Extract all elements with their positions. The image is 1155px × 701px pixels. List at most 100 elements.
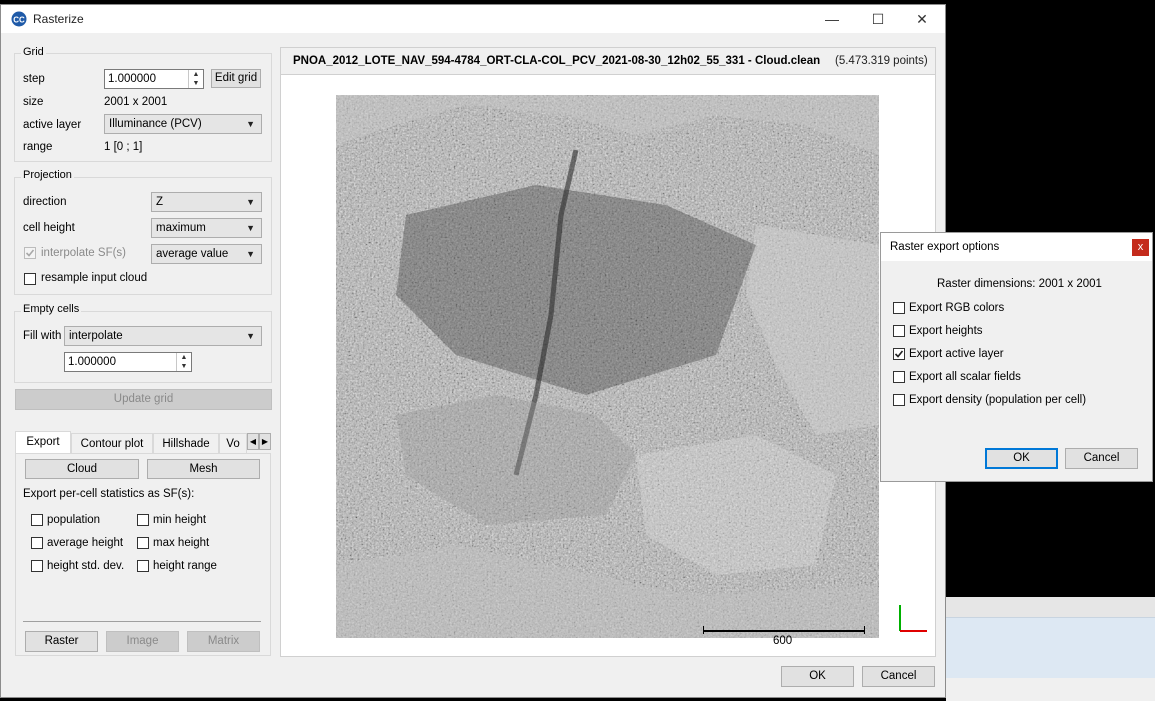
active-layer-value: Illuminance (PCV) [109, 118, 202, 130]
scale-bar-tick-right [864, 626, 865, 634]
active-layer-label: active layer [23, 119, 82, 131]
step-value: 1.000000 [108, 73, 156, 85]
export-ok-button[interactable]: OK [985, 448, 1058, 469]
svg-text:CC: CC [13, 16, 25, 25]
range-label: range [23, 141, 53, 153]
export-all-sf-checkbox[interactable] [893, 371, 905, 383]
size-label: size [23, 96, 44, 108]
minimize-button[interactable]: — [809, 5, 855, 33]
export-rgb-label: Export RGB colors [909, 302, 1005, 314]
raster-dimensions-label: Raster dimensions: 2001 x 2001 [937, 278, 1102, 290]
cancel-button[interactable]: Cancel [862, 666, 935, 687]
tab-scroll-right-icon[interactable]: ▶ [259, 433, 271, 450]
raster-export-dialog: Raster export options x Raster dimension… [880, 232, 1153, 482]
step-label: step [23, 73, 45, 85]
tab-scroll-left-icon[interactable]: ◀ [247, 433, 259, 450]
fill-number-value: 1.000000 [68, 356, 116, 368]
direction-label: direction [23, 196, 67, 208]
grid-group-label: Grid [21, 46, 46, 58]
cell-height-combo[interactable]: maximum ▼ [151, 218, 262, 238]
update-grid-button[interactable]: Update grid [15, 389, 272, 410]
checkmark-icon [25, 249, 35, 257]
interpolate-mode-combo[interactable]: average value ▼ [151, 244, 262, 264]
cloudcompare-icon: CC [11, 11, 27, 27]
export-all-sf-label: Export all scalar fields [909, 371, 1021, 383]
interpolate-sf-label: interpolate SF(s) [41, 247, 127, 259]
resample-checkbox[interactable] [24, 273, 36, 285]
export-tab-page [15, 453, 271, 656]
edit-grid-button[interactable]: Edit grid [211, 69, 261, 88]
export-dialog-titlebar[interactable]: Raster export options x [881, 233, 1152, 261]
active-layer-combo[interactable]: Illuminance (PCV) ▼ [104, 114, 262, 134]
export-mesh-button[interactable]: Mesh [147, 459, 260, 479]
raster-view[interactable]: PNOA_2012_LOTE_NAV_594-4784_ORT-CLA-COL_… [280, 47, 936, 657]
height-range-checkbox[interactable] [137, 560, 149, 572]
export-dialog-close-button[interactable]: x [1132, 239, 1149, 256]
export-density-label: Export density (population per cell) [909, 394, 1087, 406]
interpolate-sf-checkbox[interactable] [24, 247, 36, 259]
fill-value-spinbox[interactable]: 1.000000 ▲ ▼ [64, 352, 192, 372]
height-std-dev-checkbox[interactable] [31, 560, 43, 572]
export-cancel-button[interactable]: Cancel [1065, 448, 1138, 469]
tab-volume[interactable]: Vo [219, 433, 247, 454]
fill-with-combo[interactable]: interpolate ▼ [64, 326, 262, 346]
tab-export[interactable]: Export [15, 431, 71, 454]
export-heights-label: Export heights [909, 325, 983, 337]
cloud-name: PNOA_2012_LOTE_NAV_594-4784_ORT-CLA-COL_… [293, 55, 821, 67]
empty-cells-group [14, 311, 272, 383]
cell-height-value: maximum [156, 222, 206, 234]
title-bar[interactable]: CC Rasterize — ☐ ✕ [1, 5, 945, 33]
interpolate-mode-value: average value [156, 248, 229, 260]
background-panel-header [946, 597, 1155, 618]
raster-preview-image [336, 95, 879, 638]
scale-bar-label: 600 [773, 635, 793, 647]
tab-contour-plot[interactable]: Contour plot [71, 433, 153, 454]
spin-arrows-icon[interactable]: ▲ ▼ [176, 353, 191, 371]
background-panel-selection [946, 617, 1155, 678]
population-checkbox[interactable] [31, 514, 43, 526]
point-count: (5.473.319 points) [835, 55, 928, 67]
export-image-button[interactable]: Image [106, 631, 179, 652]
export-raster-button[interactable]: Raster [25, 631, 98, 652]
export-matrix-button[interactable]: Matrix [187, 631, 260, 652]
tab-hillshade[interactable]: Hillshade [153, 433, 219, 454]
min-height-checkbox[interactable] [137, 514, 149, 526]
average-height-checkbox[interactable] [31, 537, 43, 549]
spin-arrows-icon[interactable]: ▲ ▼ [188, 70, 203, 88]
height-std-dev-label: height std. dev. [47, 560, 125, 572]
population-label: population [47, 514, 101, 526]
separator [23, 621, 261, 622]
scale-bar [703, 630, 865, 632]
ok-button[interactable]: OK [781, 666, 854, 687]
cell-height-label: cell height [23, 222, 75, 234]
range-value: 1 [0 ; 1] [104, 141, 143, 153]
rasterize-window: CC Rasterize — ☐ ✕ Grid step 1.000000 ▲ ▼… [0, 4, 946, 698]
window-title: Rasterize [33, 12, 84, 26]
checkmark-icon [894, 350, 904, 358]
close-button[interactable]: ✕ [899, 5, 945, 33]
direction-value: Z [156, 196, 164, 208]
chevron-down-icon: ▼ [246, 119, 255, 129]
chevron-down-icon: ▼ [246, 197, 255, 207]
max-height-checkbox[interactable] [137, 537, 149, 549]
chevron-down-icon: ▼ [246, 223, 255, 233]
export-rgb-checkbox[interactable] [893, 302, 905, 314]
min-height-label: min height [153, 514, 207, 526]
export-heights-checkbox[interactable] [893, 325, 905, 337]
axis-trihedron-icon [899, 605, 927, 632]
projection-group-label: Projection [21, 169, 74, 181]
chevron-down-icon: ▼ [246, 331, 255, 341]
scale-bar-tick-left [703, 626, 704, 634]
background-app-panel [946, 597, 1155, 701]
export-cloud-button[interactable]: Cloud [25, 459, 139, 479]
average-height-label: average height [47, 537, 124, 549]
export-density-checkbox[interactable] [893, 394, 905, 406]
direction-combo[interactable]: Z ▼ [151, 192, 262, 212]
max-height-label: max height [153, 537, 210, 549]
step-spinbox[interactable]: 1.000000 ▲ ▼ [104, 69, 204, 89]
fill-with-label: Fill with [23, 330, 62, 342]
empty-cells-group-label: Empty cells [21, 303, 82, 315]
export-active-layer-label: Export active layer [909, 348, 1004, 360]
maximize-button[interactable]: ☐ [855, 5, 901, 33]
export-active-layer-checkbox[interactable] [893, 348, 905, 360]
